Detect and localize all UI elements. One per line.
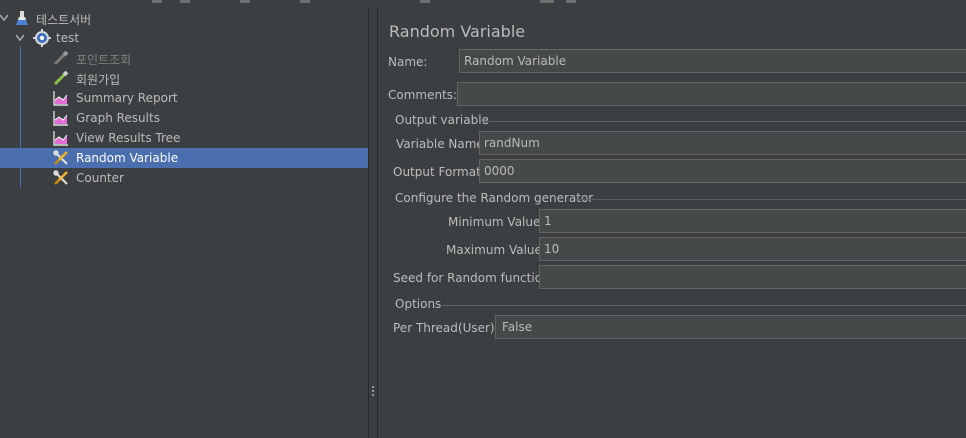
chart-icon bbox=[53, 111, 68, 126]
variable-name-label: Variable Name: bbox=[396, 137, 488, 151]
section-divider bbox=[442, 305, 966, 306]
tools-icon bbox=[53, 170, 68, 185]
tree-item-thread-group[interactable]: test bbox=[0, 28, 368, 48]
toolbar-button[interactable] bbox=[152, 0, 162, 3]
tree-item-graph-results[interactable]: Graph Results bbox=[0, 108, 368, 128]
per-thread-label: Per Thread(User) ?: bbox=[393, 321, 509, 335]
tree-item-label: 포인트조회 bbox=[76, 53, 132, 67]
minimum-value-field[interactable]: 1 bbox=[539, 209, 966, 233]
tree-item-sampler-points[interactable]: 포인트조회 bbox=[0, 48, 368, 68]
tree-item-counter[interactable]: Counter bbox=[0, 168, 368, 188]
output-variable-section: Output variable bbox=[395, 113, 489, 127]
tree-item-label: View Results Tree bbox=[76, 131, 181, 145]
toolbar-button[interactable] bbox=[566, 0, 576, 3]
chevron-down-icon[interactable] bbox=[16, 32, 24, 44]
options-section: Options bbox=[395, 297, 442, 311]
chart-icon bbox=[53, 91, 68, 106]
comments-field[interactable] bbox=[457, 82, 966, 106]
pipette-icon bbox=[53, 70, 69, 86]
tools-icon bbox=[53, 150, 68, 165]
output-format-field[interactable]: 0000 bbox=[479, 159, 966, 183]
page-title: Random Variable bbox=[389, 22, 526, 41]
tree-item-label: 테스트서버 bbox=[36, 13, 92, 27]
panel-splitter[interactable] bbox=[368, 8, 378, 438]
random-generator-section: Configure the Random generator bbox=[395, 191, 594, 205]
maximum-value-field[interactable]: 10 bbox=[539, 237, 966, 261]
tree-item-random-variable[interactable]: Random Variable bbox=[0, 148, 368, 168]
tree-item-label: Counter bbox=[76, 171, 124, 185]
name-label: Name: bbox=[388, 55, 428, 69]
toolbar-button[interactable] bbox=[240, 0, 250, 3]
variable-name-field[interactable]: randNum bbox=[479, 131, 966, 155]
tree-item-label: Graph Results bbox=[76, 111, 160, 125]
per-thread-select[interactable]: False bbox=[495, 315, 966, 339]
chart-icon bbox=[53, 131, 68, 146]
tree-item-label: Random Variable bbox=[76, 151, 179, 165]
tree-item-view-results-tree[interactable]: View Results Tree bbox=[0, 128, 368, 148]
toolbar-button[interactable] bbox=[300, 0, 310, 3]
splitter-grip-icon[interactable] bbox=[372, 386, 375, 400]
tree-item-label: test bbox=[56, 31, 80, 45]
flask-icon bbox=[16, 11, 28, 25]
minimum-value-label: Minimum Value: bbox=[448, 215, 545, 229]
section-divider bbox=[482, 121, 966, 122]
tree-item-sampler-signup[interactable]: 회원가입 bbox=[0, 68, 368, 88]
tree-item-label: Summary Report bbox=[76, 91, 178, 105]
toolbar-button[interactable] bbox=[180, 0, 190, 3]
maximum-value-label: Maximum Value: bbox=[446, 243, 546, 257]
tree-item-root[interactable]: 테스트서버 bbox=[0, 8, 368, 28]
toolbar-button[interactable] bbox=[540, 0, 554, 3]
output-format-label: Output Format: bbox=[393, 165, 485, 179]
tree-item-summary-report[interactable]: Summary Report bbox=[0, 88, 368, 108]
seed-label: Seed for Random function: bbox=[393, 271, 554, 285]
section-divider bbox=[575, 199, 966, 200]
toolbar-button[interactable] bbox=[420, 0, 430, 3]
chevron-down-icon[interactable] bbox=[0, 12, 8, 24]
gear-icon bbox=[33, 29, 51, 47]
seed-field[interactable] bbox=[539, 265, 966, 289]
random-variable-form: Random Variable Name: Random Variable Co… bbox=[378, 8, 966, 438]
pipette-icon bbox=[53, 50, 69, 66]
comments-label: Comments: bbox=[388, 88, 458, 102]
tree-item-label: 회원가입 bbox=[76, 73, 121, 87]
test-plan-tree: 테스트서버 test 포인트조회 회원가입 Summary Report Gra… bbox=[0, 8, 368, 438]
name-field[interactable]: Random Variable bbox=[459, 49, 966, 73]
